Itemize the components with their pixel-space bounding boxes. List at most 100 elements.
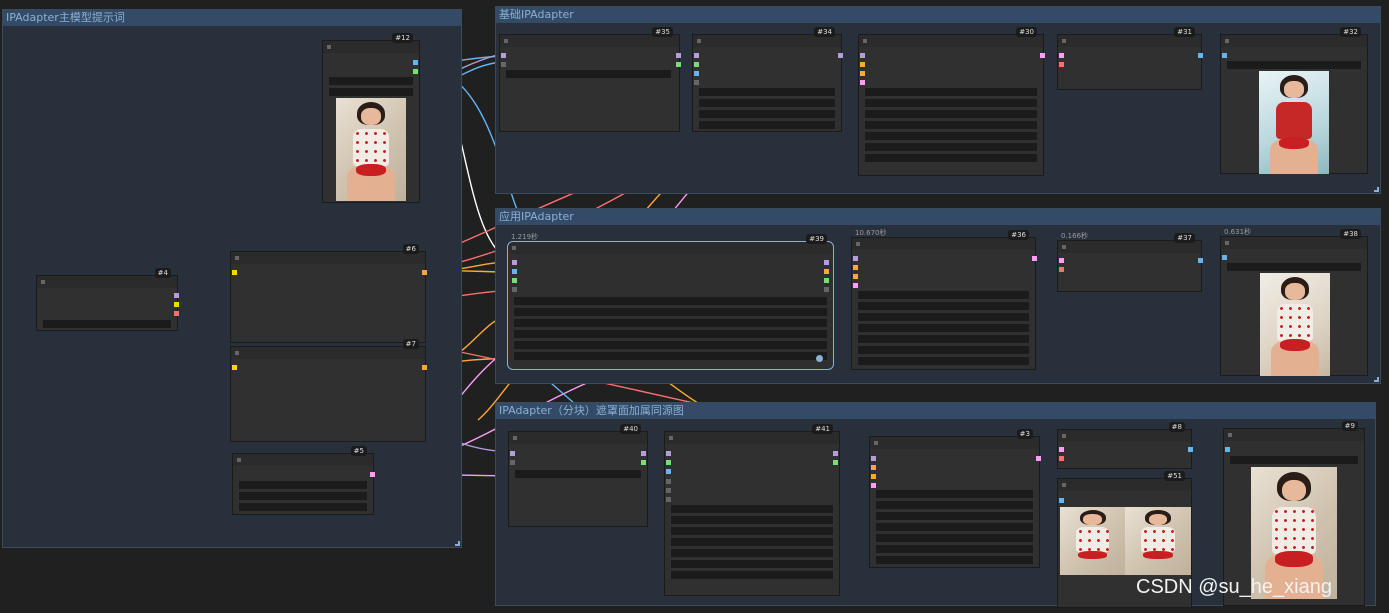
node-39-apply-ipadapter[interactable]: 1.219秒 #39	[507, 233, 834, 370]
input-port[interactable]	[694, 80, 699, 85]
node-widget[interactable]	[858, 291, 1029, 299]
node-widget[interactable]	[329, 77, 413, 85]
node-8-vae-decode[interactable]: #8	[1057, 422, 1193, 469]
node-widget[interactable]	[858, 324, 1029, 332]
output-port[interactable]	[833, 451, 838, 456]
node-38-preview-image[interactable]: 0.631秒 #38	[1220, 228, 1368, 376]
input-port[interactable]	[853, 256, 858, 261]
node-widget[interactable]	[239, 492, 367, 500]
input-port[interactable]	[666, 479, 671, 484]
node-widget[interactable]	[671, 527, 833, 535]
node-41-ipadapter-tiled[interactable]: #41	[664, 424, 840, 596]
node-widget[interactable]	[1230, 456, 1358, 464]
resize-handle[interactable]	[1374, 187, 1379, 192]
collapse-dot[interactable]	[1228, 433, 1232, 437]
node-widget[interactable]	[699, 88, 835, 96]
input-port[interactable]	[853, 283, 858, 288]
node-widget[interactable]	[858, 357, 1029, 365]
node-widget[interactable]	[671, 560, 833, 568]
node-31-vae-decode[interactable]: #31	[1057, 27, 1203, 90]
node-40[interactable]: #40	[508, 424, 648, 527]
output-port[interactable]	[1040, 53, 1045, 58]
input-port[interactable]	[853, 274, 858, 279]
output-port[interactable]	[1032, 256, 1037, 261]
output-port[interactable]	[838, 53, 843, 58]
node-37-vae-decode[interactable]: 0.166秒 #37	[1057, 232, 1203, 292]
collapse-dot[interactable]	[669, 436, 673, 440]
input-port[interactable]	[1059, 267, 1064, 272]
input-port[interactable]	[510, 451, 515, 456]
input-port[interactable]	[232, 270, 237, 275]
collapse-dot[interactable]	[235, 351, 239, 355]
group-title[interactable]: 应用IPAdapter	[496, 209, 1380, 225]
input-port[interactable]	[871, 474, 876, 479]
collapse-dot[interactable]	[41, 280, 45, 284]
input-port[interactable]	[501, 53, 506, 58]
input-port[interactable]	[694, 62, 699, 67]
input-port[interactable]	[1059, 498, 1064, 503]
input-port[interactable]	[694, 53, 699, 58]
input-port[interactable]	[512, 269, 517, 274]
input-port[interactable]	[1059, 53, 1064, 58]
node-widget[interactable]	[514, 297, 827, 305]
node-widget[interactable]	[514, 308, 827, 316]
output-port[interactable]	[413, 69, 418, 74]
input-port[interactable]	[510, 460, 515, 465]
node-widget[interactable]	[876, 512, 1033, 520]
output-port[interactable]	[824, 269, 829, 274]
output-port[interactable]	[422, 270, 427, 275]
node-widget[interactable]	[506, 70, 671, 78]
node-widget[interactable]	[515, 470, 641, 478]
input-port[interactable]	[860, 71, 865, 76]
node-widget[interactable]	[671, 538, 833, 546]
input-port[interactable]	[1222, 53, 1227, 58]
node-header[interactable]	[500, 35, 679, 47]
input-port[interactable]	[1225, 447, 1230, 452]
node-35[interactable]: #35	[499, 27, 681, 132]
resize-handle[interactable]	[455, 541, 460, 546]
collapse-dot[interactable]	[1062, 245, 1066, 249]
input-port[interactable]	[871, 483, 876, 488]
input-port[interactable]	[871, 456, 876, 461]
node-widget[interactable]	[876, 534, 1033, 542]
node-widget[interactable]	[1227, 263, 1361, 271]
node-36-ksampler[interactable]: 10.670秒 #36	[851, 229, 1037, 370]
input-port[interactable]	[501, 62, 506, 67]
collapse-dot[interactable]	[1062, 483, 1066, 487]
node-12-load-image[interactable]: #12	[322, 33, 420, 203]
collapse-dot[interactable]	[235, 256, 239, 260]
input-port[interactable]	[232, 365, 237, 370]
input-port[interactable]	[871, 465, 876, 470]
node-widget[interactable]	[514, 341, 827, 349]
node-header[interactable]	[852, 238, 1035, 250]
output-port[interactable]	[1036, 456, 1041, 461]
input-port[interactable]	[666, 488, 671, 493]
collapse-dot[interactable]	[327, 45, 331, 49]
node-widget[interactable]	[43, 320, 171, 328]
node-3-ksampler[interactable]: #3	[869, 429, 1041, 568]
node-widget[interactable]	[865, 143, 1037, 151]
input-port[interactable]	[860, 53, 865, 58]
output-port[interactable]	[174, 311, 179, 316]
node-widget[interactable]	[671, 516, 833, 524]
node-widget[interactable]	[671, 505, 833, 513]
node-header[interactable]	[231, 252, 425, 264]
node-32-preview-image[interactable]: #32	[1220, 27, 1368, 174]
collapse-dot[interactable]	[237, 458, 241, 462]
input-port[interactable]	[512, 278, 517, 283]
collapse-dot[interactable]	[1062, 434, 1066, 438]
output-port[interactable]	[824, 278, 829, 283]
output-port[interactable]	[370, 472, 375, 477]
input-port[interactable]	[1059, 62, 1064, 67]
resize-handle[interactable]	[1374, 377, 1379, 382]
node-widget[interactable]	[1227, 61, 1361, 69]
node-widget[interactable]	[858, 313, 1029, 321]
node-34[interactable]: #34	[692, 27, 843, 132]
input-port[interactable]	[666, 460, 671, 465]
node-widget[interactable]	[876, 556, 1033, 564]
output-port[interactable]	[174, 302, 179, 307]
node-widget[interactable]	[514, 330, 827, 338]
collapse-dot[interactable]	[1225, 39, 1229, 43]
node-widget[interactable]	[865, 99, 1037, 107]
node-widget[interactable]	[671, 571, 833, 579]
